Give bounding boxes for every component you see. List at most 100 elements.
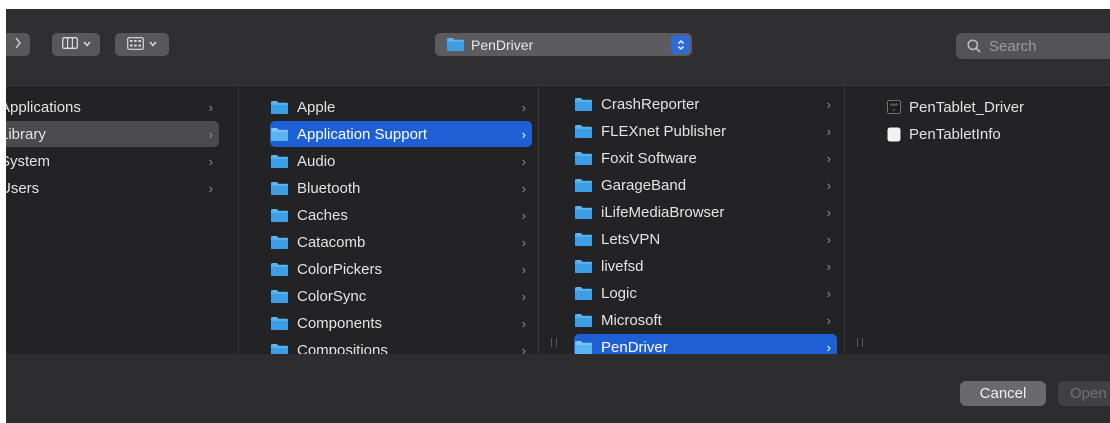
- chevron-right-icon: ›: [826, 231, 831, 247]
- list-item[interactable]: LetsVPN ›: [574, 226, 837, 252]
- column-pendriver: exe c PenTablet_Driver PenTabletInfo: [853, 86, 1110, 354]
- column-library: Apple › Application Support › Audio › Bl…: [243, 86, 539, 354]
- folder-icon: [575, 178, 592, 192]
- list-item[interactable]: Bluetooth ›: [270, 175, 532, 201]
- chevron-right-icon: ›: [826, 258, 831, 274]
- chevron-right-icon: ›: [521, 288, 526, 304]
- list-item[interactable]: PenTabletInfo: [887, 121, 1097, 147]
- dialog-footer: Cancel Open: [6, 354, 1110, 423]
- list-item[interactable]: Caches ›: [270, 202, 532, 228]
- open-file-dialog: PenDriver Applications › Library › Sys: [6, 9, 1110, 423]
- list-item-label: PenDriver: [601, 338, 668, 355]
- chevron-right-icon: ›: [521, 315, 526, 331]
- chevron-right-icon: ›: [521, 342, 526, 355]
- folder-icon: [271, 100, 288, 114]
- list-item[interactable]: Audio ›: [270, 148, 532, 174]
- search-icon: [967, 39, 981, 53]
- list-item-label: Apple: [297, 98, 336, 116]
- list-item[interactable]: Users ›: [6, 175, 219, 201]
- view-options-button[interactable]: [52, 33, 100, 56]
- chevron-right-icon: ›: [826, 177, 831, 193]
- folder-icon: [575, 232, 592, 246]
- folder-icon: [575, 313, 592, 327]
- list-item[interactable]: livefsd ›: [574, 253, 837, 279]
- search-field[interactable]: [956, 33, 1110, 59]
- list-item-label: Microsoft: [601, 311, 662, 329]
- list-item[interactable]: iLifeMediaBrowser ›: [574, 199, 837, 225]
- list-item-label: PenTabletInfo: [909, 125, 1001, 143]
- folder-icon: [271, 154, 288, 168]
- folder-icon: [575, 124, 592, 138]
- list-item-label: Application Support: [297, 125, 428, 143]
- list-item[interactable]: PenDriver ›: [574, 334, 837, 354]
- chevron-right-icon: ›: [826, 204, 831, 220]
- list-item[interactable]: exe c PenTablet_Driver: [887, 94, 1097, 120]
- popup-stepper-icon: [671, 35, 690, 54]
- list-item[interactable]: CrashReporter ›: [574, 91, 837, 117]
- folder-icon: [271, 127, 288, 141]
- list-item[interactable]: FLEXnet Publisher ›: [574, 118, 837, 144]
- list-item[interactable]: Microsoft ›: [574, 307, 837, 333]
- document-icon: [887, 127, 901, 142]
- list-item-label: Components: [297, 314, 383, 332]
- list-item[interactable]: System ›: [6, 148, 219, 174]
- chevron-right-icon: ›: [521, 153, 526, 169]
- executable-icon: exe c: [887, 100, 901, 114]
- chevron-right-icon: ›: [521, 207, 526, 223]
- chevron-right-icon: ›: [826, 339, 831, 355]
- toolbar: PenDriver: [6, 9, 1110, 85]
- folder-icon: [271, 181, 288, 195]
- svg-text:exe: exe: [890, 102, 898, 107]
- list-item[interactable]: ColorPickers ›: [270, 256, 532, 282]
- list-item-label: Logic: [601, 284, 637, 302]
- list-item[interactable]: Application Support ›: [270, 121, 532, 147]
- list-item-label: Library: [6, 125, 46, 143]
- folder-icon: [575, 205, 592, 219]
- list-item[interactable]: Applications ›: [6, 94, 219, 120]
- list-item[interactable]: GarageBand ›: [574, 172, 837, 198]
- folder-icon: [575, 286, 592, 300]
- column-resize-handle[interactable]: [857, 338, 863, 347]
- folder-icon: [575, 259, 592, 273]
- search-input[interactable]: [987, 36, 1101, 56]
- list-item[interactable]: Foxit Software ›: [574, 145, 837, 171]
- list-item-label: GarageBand: [601, 176, 687, 194]
- chevron-right-icon: ›: [521, 234, 526, 250]
- list-item[interactable]: Logic ›: [574, 280, 837, 306]
- list-item-label: ColorSync: [297, 287, 367, 305]
- list-item[interactable]: Apple ›: [270, 94, 532, 120]
- cancel-button[interactable]: Cancel: [960, 381, 1046, 406]
- folder-icon: [447, 38, 464, 51]
- list-item-label: livefsd: [601, 257, 644, 275]
- folder-icon: [271, 262, 288, 276]
- group-options-button[interactable]: [115, 33, 169, 56]
- list-item-label: Applications: [6, 98, 81, 116]
- list-item[interactable]: ColorSync ›: [270, 283, 532, 309]
- folder-icon: [575, 151, 592, 165]
- open-button[interactable]: Open: [1058, 381, 1110, 406]
- list-item-label: Bluetooth: [297, 179, 361, 197]
- list-item-label: iLifeMediaBrowser: [601, 203, 725, 221]
- chevron-right-icon: ›: [521, 261, 526, 277]
- group-grid-icon: [127, 36, 144, 53]
- list-item[interactable]: Components ›: [270, 310, 532, 336]
- list-item[interactable]: Library ›: [6, 121, 219, 147]
- chevron-right-icon: ›: [826, 312, 831, 328]
- chevron-right-icon: ›: [208, 126, 213, 142]
- column-resize-handle[interactable]: [551, 338, 557, 347]
- forward-button[interactable]: [6, 33, 30, 56]
- chevron-right-icon: ›: [208, 99, 213, 115]
- list-item[interactable]: Catacomb ›: [270, 229, 532, 255]
- column-application-support: CrashReporter › FLEXnet Publisher › Foxi…: [547, 86, 845, 354]
- column-locations: Applications › Library › System › Users …: [6, 86, 239, 354]
- column-view-icon: [61, 37, 78, 52]
- folder-icon: [575, 97, 592, 111]
- chevron-right-icon: ›: [826, 96, 831, 112]
- location-popup[interactable]: PenDriver: [435, 33, 692, 56]
- chevron-right-icon: ›: [826, 150, 831, 166]
- list-item-label: Catacomb: [297, 233, 366, 251]
- chevron-right-icon: ›: [521, 99, 526, 115]
- list-item-label: Compositions: [297, 341, 388, 355]
- list-item-label: Audio: [297, 152, 336, 170]
- list-item[interactable]: Compositions ›: [270, 337, 532, 354]
